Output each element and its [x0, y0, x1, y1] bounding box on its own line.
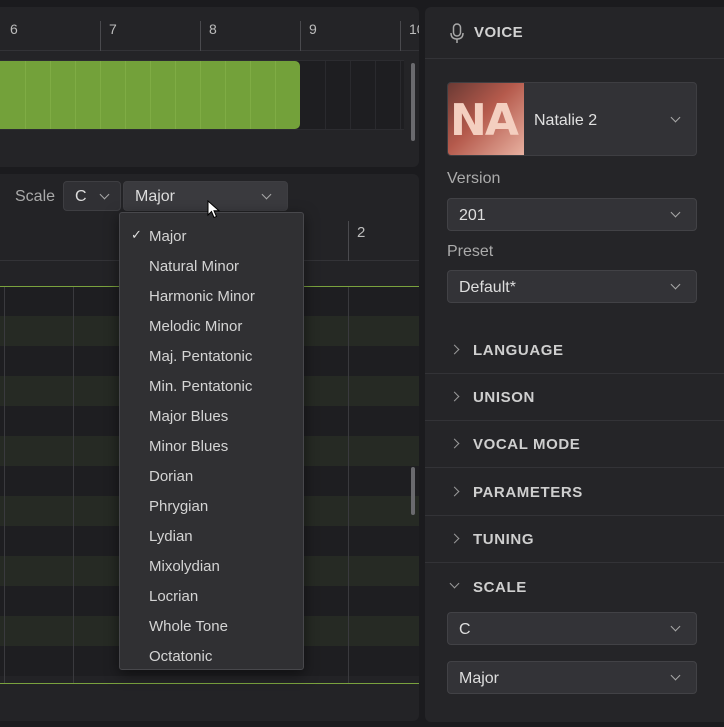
- scale-mode-dropdown-value: Major: [135, 188, 176, 205]
- chevron-right-icon: [449, 486, 460, 497]
- grid-line: [275, 61, 276, 129]
- preset-dropdown-value: Default*: [459, 279, 516, 296]
- voice-panel: VOICE NA Natalie 2 Version 201 Preset De…: [425, 7, 724, 722]
- grid-line: [75, 61, 76, 129]
- chevron-down-icon: [670, 112, 681, 123]
- menu-item[interactable]: Locrian: [120, 577, 303, 607]
- grid-line: [375, 61, 376, 129]
- menu-item[interactable]: Dorian: [120, 457, 303, 487]
- grid-line: [350, 61, 351, 129]
- version-dropdown[interactable]: 201: [447, 198, 697, 231]
- chevron-down-icon: [670, 621, 681, 632]
- voice-name: Natalie 2: [534, 112, 598, 129]
- grid-line: [100, 61, 101, 129]
- section-unison[interactable]: UNISON: [425, 374, 724, 421]
- scale-mode-dropdown[interactable]: Major: [123, 181, 288, 211]
- vertical-scrollbar[interactable]: [411, 63, 415, 141]
- audio-clip[interactable]: [0, 61, 300, 129]
- ruler-number: 8: [209, 21, 217, 37]
- grid-line: [50, 61, 51, 129]
- microphone-icon: [450, 23, 464, 43]
- chevron-down-icon: [99, 189, 110, 200]
- menu-item[interactable]: Whole Tone: [120, 607, 303, 637]
- section-tuning[interactable]: TUNING: [425, 516, 724, 563]
- grid-line: [250, 61, 251, 129]
- scale-key-value: C: [459, 621, 471, 638]
- scale-label: Scale: [15, 188, 56, 205]
- checkmark-icon: ✓: [131, 227, 142, 242]
- section-parameters[interactable]: PARAMETERS: [425, 469, 724, 516]
- grid-line: [348, 286, 349, 684]
- arrangement-view: 6 7 8 9 10: [0, 7, 419, 167]
- scale-key-dropdown[interactable]: C: [447, 612, 697, 645]
- ruler-tick: [100, 21, 101, 51]
- voice-title: VOICE: [474, 24, 524, 41]
- version-label: Version: [447, 170, 501, 187]
- menu-item[interactable]: Min. Pentatonic: [120, 367, 303, 397]
- key-dropdown-value: C: [75, 188, 87, 205]
- key-dropdown[interactable]: C: [63, 181, 121, 211]
- grid-line: [200, 61, 201, 129]
- chevron-right-icon: [449, 533, 460, 544]
- vertical-scrollbar[interactable]: [411, 467, 415, 515]
- ruler-tick: [200, 21, 201, 51]
- version-dropdown-value: 201: [459, 207, 486, 224]
- section-language[interactable]: LANGUAGE: [425, 327, 724, 374]
- menu-item[interactable]: Mixolydian: [120, 547, 303, 577]
- scale-mode-value: Major: [459, 670, 500, 687]
- menu-item[interactable]: Major Blues: [120, 397, 303, 427]
- section-vocal-mode[interactable]: VOCAL MODE: [425, 421, 724, 468]
- grid-line: [150, 61, 151, 129]
- grid-line: [4, 286, 5, 684]
- mouse-cursor-icon: [207, 200, 221, 219]
- grid-line: [175, 61, 176, 129]
- chevron-right-icon: [449, 391, 460, 402]
- scale-mode-menu: ✓ Major Natural Minor Harmonic Minor Mel…: [119, 212, 304, 670]
- menu-item[interactable]: Maj. Pentatonic: [120, 337, 303, 367]
- ruler-number: 6: [10, 21, 18, 37]
- ruler-tick: [300, 21, 301, 51]
- octave-line: [0, 683, 419, 684]
- menu-item[interactable]: Natural Minor: [120, 247, 303, 277]
- menu-item[interactable]: Lydian: [120, 517, 303, 547]
- grid-line: [125, 61, 126, 129]
- voice-header: VOICE: [425, 7, 724, 59]
- voice-avatar: NA: [448, 83, 524, 155]
- ruler-number: 9: [309, 21, 317, 37]
- timeline-ruler[interactable]: 6 7 8 9 10: [0, 7, 419, 51]
- ruler-tick: [348, 221, 349, 261]
- grid-line: [400, 61, 401, 129]
- chevron-right-icon: [449, 344, 460, 355]
- ruler-tick: [400, 21, 401, 51]
- ruler-number: 2: [357, 224, 366, 241]
- menu-item[interactable]: Harmonic Minor: [120, 277, 303, 307]
- chevron-right-icon: [449, 438, 460, 449]
- chevron-down-icon: [670, 207, 681, 218]
- grid-line: [325, 61, 326, 129]
- grid-line: [225, 61, 226, 129]
- ruler-number: 10: [409, 21, 419, 37]
- chevron-down-icon: [449, 578, 460, 589]
- grid-line: [25, 61, 26, 129]
- menu-item[interactable]: Phrygian: [120, 487, 303, 517]
- chevron-down-icon: [670, 670, 681, 681]
- preset-label: Preset: [447, 243, 494, 260]
- chevron-down-icon: [261, 189, 272, 200]
- preset-dropdown[interactable]: Default*: [447, 270, 697, 303]
- chevron-down-icon: [670, 279, 681, 290]
- voice-selector[interactable]: NA Natalie 2: [447, 82, 697, 156]
- ruler-number: 7: [109, 21, 117, 37]
- section-scale[interactable]: SCALE: [425, 564, 724, 611]
- menu-item[interactable]: Minor Blues: [120, 427, 303, 457]
- menu-item[interactable]: Melodic Minor: [120, 307, 303, 337]
- menu-item[interactable]: ✓ Major: [120, 217, 303, 247]
- scale-mode-dropdown-panel[interactable]: Major: [447, 661, 697, 694]
- grid-line: [73, 286, 74, 684]
- track-lane[interactable]: [0, 60, 404, 130]
- menu-item[interactable]: Octatonic: [120, 637, 303, 667]
